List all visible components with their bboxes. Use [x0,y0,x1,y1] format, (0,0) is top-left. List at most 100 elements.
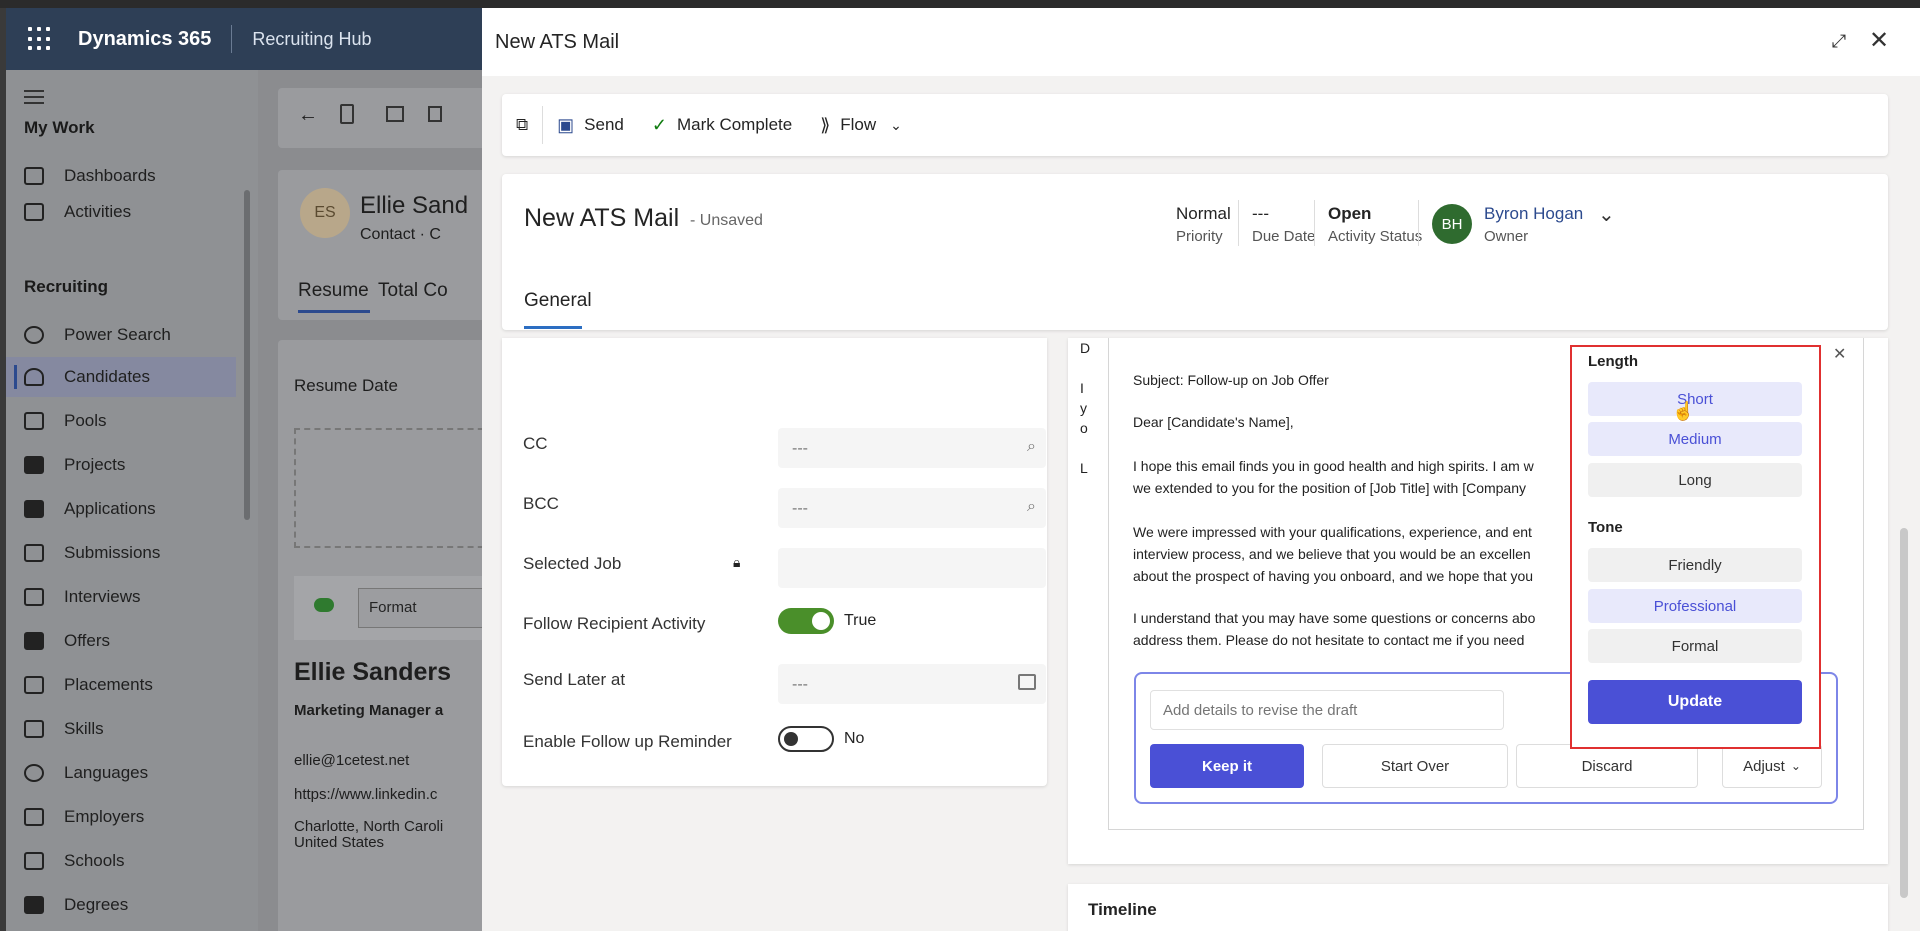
send-button[interactable]: ▣ Send [557,115,624,136]
discard-button[interactable]: Discard [1516,744,1698,788]
flow-button[interactable]: ⟫ Flow ⌄ [820,115,902,136]
email-subject: Subject: Follow-up on Job Offer [1133,372,1329,388]
command-divider [542,106,544,144]
popout-icon[interactable]: ⧉ [516,115,528,135]
app-name[interactable]: Dynamics 365 [78,28,211,51]
lock-icon: 🔒︎ [733,554,741,570]
search-icon[interactable]: ⌕ [1027,498,1036,516]
resume-job-title: Marketing Manager a [294,702,444,719]
checkmark-icon: ✓ [651,114,667,135]
resume-name: Ellie Sanders [294,658,452,686]
contact-subtitle: Contact · C [360,226,441,243]
tab-general[interactable]: General [524,290,592,312]
sidebar-item-pools[interactable]: Pools [6,401,236,441]
sidebar-item-interviews[interactable]: Interviews [6,577,236,617]
sidebar-item-applications[interactable]: Applications [6,489,236,529]
chevron-down-icon[interactable]: ⌄ [1598,202,1615,227]
command-bar: ⧉ ▣ Send ✓ Mark Complete ⟫ Flow ⌄ [502,94,1888,156]
calendar-icon[interactable] [1018,674,1036,690]
close-icon[interactable]: ✕ [1833,344,1846,364]
globe-icon [24,764,44,782]
follow-recipient-toggle[interactable] [778,608,834,634]
sidebar-item-dashboards[interactable]: Dashboards [6,156,236,196]
email-paragraph-3-line-2: address them. Please do not hesitate to … [1133,632,1525,648]
owner-label: Owner [1484,228,1529,245]
sidebar-item-activities[interactable]: Activities [6,192,236,232]
email-paragraph-2-line-2: interview process, and we believe that y… [1133,546,1531,562]
sidebar-item-degrees[interactable]: Degrees [6,885,236,925]
chevron-down-icon[interactable]: ⌄ [890,117,902,134]
panel-scrollbar[interactable] [1900,528,1908,898]
background-resume-card: Resume Date Format Ellie Sanders Marketi… [278,340,482,931]
schools-icon [24,852,44,870]
send-later-field[interactable]: --- [778,664,1046,704]
activity-status-label: Activity Status [1328,228,1423,245]
new-ats-mail-panel: New ATS Mail ⤢ ✕ ⧉ ▣ Send ✓ Mark Complete … [482,8,1920,931]
mark-complete-button[interactable]: ✓ Mark Complete [652,115,792,136]
sidebar-item-employers[interactable]: Employers [6,797,236,837]
sidebar-item-skills[interactable]: Skills [6,709,236,749]
revise-draft-input[interactable] [1150,690,1504,730]
follow-up-reminder-toggle[interactable] [778,726,834,752]
sidebar-scrollbar[interactable] [244,190,250,520]
update-button[interactable]: Update [1588,680,1802,724]
resume-email: ellie@1cetest.net [294,752,410,769]
resume-location-line2: United States [294,834,385,851]
start-over-button[interactable]: Start Over [1322,744,1508,788]
save-icon[interactable] [428,106,442,122]
search-icon [24,326,44,344]
search-icon[interactable]: ⌕ [1027,438,1036,456]
panel-header: New ATS Mail ⤢ ✕ [482,8,1920,76]
cloud-upload-icon[interactable] [314,598,334,612]
unsaved-status: - Unsaved [690,212,763,229]
tone-formal-option[interactable]: Formal [1588,629,1802,663]
resume-location-line1: Charlotte, North Caroli [294,818,444,835]
expand-icon[interactable]: ⤢ [1826,28,1852,54]
background-command-bar: ← [278,88,482,148]
tone-heading: Tone [1588,519,1623,536]
cc-label: CC [523,434,548,453]
offers-icon [24,632,44,650]
tone-professional-option[interactable]: Professional [1588,589,1802,623]
hamburger-icon[interactable] [24,90,44,108]
flow-icon: ⟫ [820,114,831,135]
cc-field[interactable]: --- ⌕ [778,428,1046,468]
tab-total-compensation[interactable]: Total Co [378,280,448,302]
tab-resume[interactable]: Resume [298,280,369,302]
sidebar-item-power-search[interactable]: Power Search [6,315,236,355]
priority-value: Normal [1176,204,1231,223]
keep-it-button[interactable]: Keep it [1150,744,1304,788]
adjust-draft-popup: Length Short Medium Long Tone Friendly P… [1570,345,1821,749]
sidebar-item-placements[interactable]: Placements [6,665,236,705]
tab-general-underline [524,326,582,329]
app-hub-name[interactable]: Recruiting Hub [252,29,371,50]
degree-icon [24,896,44,914]
app-launcher-icon[interactable] [28,27,52,51]
bcc-field[interactable]: --- ⌕ [778,488,1046,528]
email-fields-section: CC --- ⌕ BCC --- ⌕ Selected Job 🔒︎ Follow … [502,338,1047,786]
owner-avatar[interactable]: BH [1432,204,1472,244]
format-dropdown[interactable]: Format [358,588,482,628]
sidebar-item-languages[interactable]: Languages [6,753,236,793]
tone-friendly-option[interactable]: Friendly [1588,548,1802,582]
adjust-button[interactable]: Adjust ⌄ [1722,744,1822,788]
owner-name-link[interactable]: Byron Hogan [1484,204,1583,224]
send-later-label: Send Later at [523,670,626,689]
sidebar-item-schools[interactable]: Schools [6,841,236,881]
close-icon[interactable]: ✕ [1866,28,1892,54]
sidebar-item-offers[interactable]: Offers [6,621,236,661]
sidebar-item-candidates[interactable]: Candidates [6,357,236,397]
record-icon[interactable] [340,104,354,124]
email-paragraph-2-line-3: about the prospect of having you onboard… [1133,568,1534,584]
open-icon[interactable] [386,106,404,122]
placements-icon [24,676,44,694]
length-medium-option[interactable]: Medium [1588,422,1802,456]
back-arrow-icon[interactable]: ← [298,104,318,127]
length-short-option[interactable]: Short [1588,382,1802,416]
email-paragraph-2-line-1: We were impressed with your qualificatio… [1133,524,1532,540]
skills-icon [24,720,44,738]
length-long-option[interactable]: Long [1588,463,1802,497]
sidebar-item-projects[interactable]: Projects [6,445,236,485]
resume-upload-area[interactable] [294,428,482,548]
sidebar-item-submissions[interactable]: Submissions [6,533,236,573]
